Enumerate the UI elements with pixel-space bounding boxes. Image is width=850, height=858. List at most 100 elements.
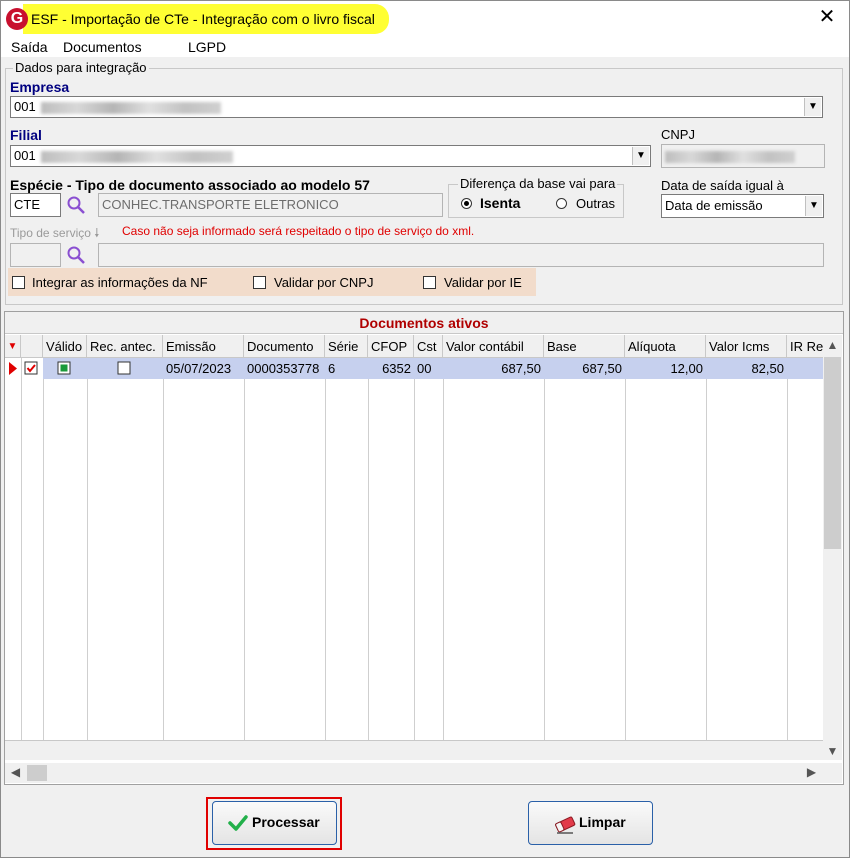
main-window: ESF - Importação de CTe - Integração com…	[0, 0, 850, 858]
col-documento[interactable]: Documento	[244, 335, 325, 358]
row-emissao: 05/07/2023	[163, 358, 244, 379]
col-cst[interactable]: Cst	[414, 335, 443, 358]
radio-outras-label[interactable]: Outras	[576, 196, 615, 211]
scroll-up-icon[interactable]: ▲	[824, 338, 841, 352]
col-rec-antec[interactable]: Rec. antec.	[87, 335, 163, 358]
scroll-left-icon[interactable]: ◀	[7, 765, 24, 779]
row-cst: 00	[414, 358, 443, 379]
menu-documentos[interactable]: Documentos	[63, 39, 142, 55]
col-base[interactable]: Base	[544, 335, 625, 358]
grid-line	[414, 358, 415, 740]
col-valido[interactable]: Válido	[43, 335, 87, 358]
horizontal-scroll-thumb[interactable]	[27, 765, 47, 781]
limpar-label: Limpar	[579, 814, 626, 830]
chevron-down-icon[interactable]: ▼	[632, 147, 649, 165]
row-valor-contabil: 687,50	[443, 358, 544, 379]
row-valor-icms: 82,50	[706, 358, 787, 379]
grid-line	[43, 358, 44, 740]
radio-isenta[interactable]	[461, 198, 472, 209]
filial-select[interactable]: 001 ▼	[10, 145, 651, 167]
empresa-redacted	[41, 101, 222, 114]
grid-line	[21, 358, 22, 740]
chevron-down-icon[interactable]: ▼	[805, 196, 822, 216]
window-title: ESF - Importação de CTe - Integração com…	[23, 4, 389, 34]
row-serie: 6	[325, 358, 368, 379]
vertical-scroll-thumb[interactable]	[824, 357, 841, 549]
validar-ie-checkbox[interactable]	[423, 276, 436, 289]
cnpj-redacted	[665, 150, 795, 163]
row-documento: 0000353778	[244, 358, 325, 379]
col-valor-contabil[interactable]: Valor contábil	[443, 335, 544, 358]
grid-line	[87, 358, 88, 740]
col-ir-re[interactable]: IR Re	[787, 335, 823, 358]
row-select-checkbox[interactable]	[21, 358, 43, 379]
tipo-servico-hint: Caso não seja informado será respeitado …	[122, 224, 475, 238]
row-ir-re	[787, 358, 823, 379]
col-serie[interactable]: Série	[325, 335, 368, 358]
grid-line	[625, 358, 626, 740]
group-title: Dados para integração	[13, 60, 149, 75]
search-icon[interactable]	[65, 244, 87, 266]
row-base: 687,50	[544, 358, 625, 379]
col-emissao[interactable]: Emissão	[163, 335, 244, 358]
chevron-down-icon[interactable]: ▼	[804, 98, 821, 116]
cnpj-label: CNPJ	[661, 127, 695, 142]
tipo-servico-label: Tipo de serviço 🠗	[10, 224, 99, 245]
title-bar: ESF - Importação de CTe - Integração com…	[1, 1, 849, 35]
data-saida-select[interactable]: Data de emissão ▼	[661, 194, 824, 218]
col-valor-icms[interactable]: Valor Icms	[706, 335, 787, 358]
close-button[interactable]: ✕	[815, 7, 839, 29]
grid-header: ▼ Válido Rec. antec. Emissão Documento S…	[5, 335, 823, 358]
tipo-servico-description	[98, 243, 824, 267]
scroll-right-icon[interactable]: ▶	[803, 765, 820, 779]
col-aliquota[interactable]: Alíquota	[625, 335, 706, 358]
col-select[interactable]	[21, 335, 43, 358]
grid-line	[706, 358, 707, 740]
eraser-icon	[555, 816, 576, 834]
especie-code-input[interactable]: CTE	[10, 193, 61, 217]
especie-description: CONHEC.TRANSPORTE ELETRONICO	[98, 193, 443, 217]
row-rec-antec-checkbox[interactable]	[87, 358, 163, 379]
app-logo-icon: G	[6, 8, 28, 30]
tipo-servico-label-text: Tipo de serviço	[10, 226, 91, 240]
especie-label: Espécie - Tipo de documento associado ao…	[10, 177, 370, 193]
col-cfop[interactable]: CFOP	[368, 335, 414, 358]
diferenca-legend: Diferença da base vai para	[458, 176, 618, 191]
grid-line	[544, 358, 545, 740]
row-valido-indicator	[43, 358, 87, 379]
menu-lgpd[interactable]: LGPD	[188, 39, 226, 55]
grid-footer	[5, 740, 823, 760]
documents-grid	[4, 311, 844, 785]
checkmark-icon	[228, 815, 248, 831]
data-saida-label: Data de saída igual à	[661, 178, 784, 193]
horizontal-scrollbar[interactable]	[5, 763, 842, 783]
filial-label: Filial	[10, 127, 42, 143]
cnpj-field	[661, 144, 825, 168]
sort-indicator-icon[interactable]: ▼	[5, 335, 21, 358]
integrar-nf-checkbox[interactable]	[12, 276, 25, 289]
validar-cnpj-checkbox[interactable]	[253, 276, 266, 289]
empresa-value: 001	[14, 99, 36, 114]
empresa-label: Empresa	[10, 79, 70, 95]
radio-outras[interactable]	[556, 198, 567, 209]
tipo-servico-input[interactable]	[10, 243, 61, 267]
validar-cnpj-label[interactable]: Validar por CNPJ	[274, 275, 373, 290]
grid-line	[443, 358, 444, 740]
table-row[interactable]: 05/07/2023 0000353778 6 6352 00 687,50 6…	[5, 358, 823, 379]
grid-title: Documentos ativos	[5, 312, 843, 334]
search-icon[interactable]	[65, 194, 87, 216]
scroll-down-icon[interactable]: ▼	[824, 744, 841, 758]
validar-ie-label[interactable]: Validar por IE	[444, 275, 522, 290]
filial-redacted	[41, 150, 234, 163]
arrow-down-icon: 🠗	[94, 226, 100, 240]
processar-button[interactable]: Processar	[212, 801, 337, 845]
grid-line	[244, 358, 245, 740]
grid-line	[163, 358, 164, 740]
limpar-button[interactable]: Limpar	[528, 801, 653, 845]
empresa-select[interactable]: 001 ▼	[10, 96, 823, 118]
grid-line	[787, 358, 788, 740]
integrar-nf-label[interactable]: Integrar as informações da NF	[32, 275, 208, 290]
menu-saida[interactable]: Saída	[11, 39, 48, 55]
radio-isenta-label[interactable]: Isenta	[480, 195, 520, 211]
processar-label: Processar	[252, 814, 320, 830]
